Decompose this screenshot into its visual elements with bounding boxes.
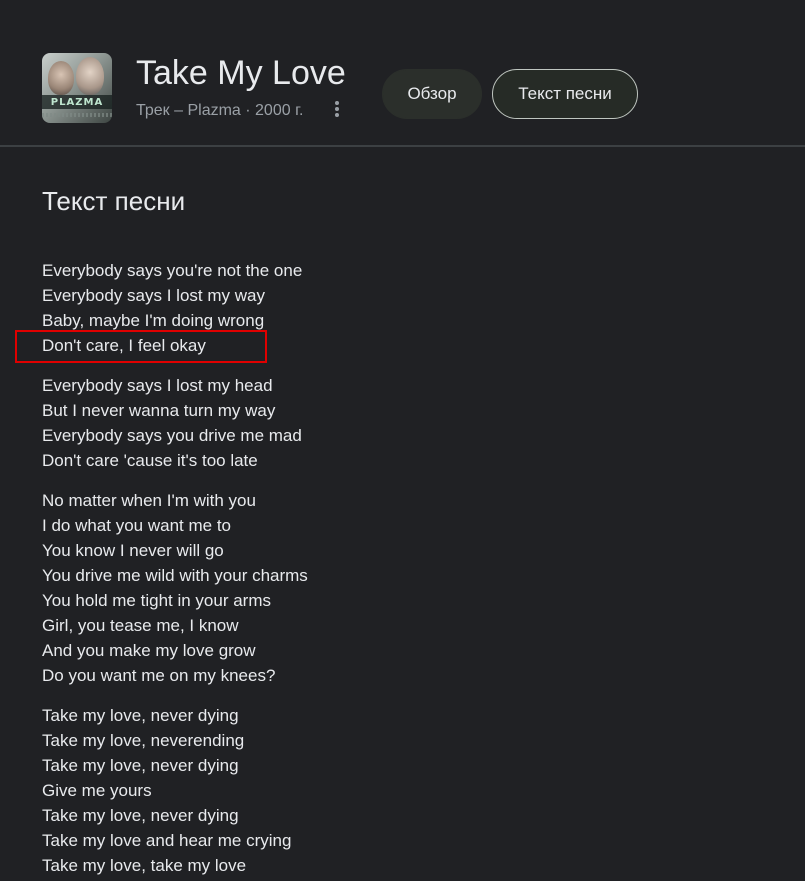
lyrics-line: Take my love, never dying	[42, 706, 239, 725]
lyrics-line: Take my love, take my love	[42, 856, 247, 875]
lyrics-line: Take my love, never dying	[42, 806, 239, 825]
track-meta: Трек – Plazma · 2000 г.	[136, 102, 304, 119]
lyrics-section-title: Текст песни	[42, 186, 186, 216]
lyrics-line: And you make my love grow	[42, 641, 256, 660]
lyrics-line: Take my love, never dying	[42, 756, 239, 775]
lyrics-line: Take my love and hear me crying	[42, 831, 292, 850]
lyrics-stanza: Take my love, never dying Take my love, …	[42, 703, 742, 878]
lyrics-line: Take my love, neverending	[42, 731, 245, 750]
tab-overview-label: Обзор	[407, 84, 457, 103]
lyrics-stanza: No matter when I'm with you I do what yo…	[42, 488, 742, 688]
lyrics-line: No matter when I'm with you	[42, 491, 256, 510]
lyrics-line: You know I never will go	[42, 541, 224, 560]
lyrics-line: Give me yours	[42, 781, 152, 800]
lyrics-line: Everybody says I lost my head	[42, 376, 273, 395]
album-cover-image[interactable]: PLAZMA	[42, 53, 112, 123]
more-vert-icon[interactable]	[328, 100, 346, 122]
tab-overview[interactable]: Обзор	[382, 69, 482, 119]
lyrics-body: Everybody says you're not the one Everyb…	[42, 258, 742, 881]
tab-lyrics-label: Текст песни	[518, 84, 612, 103]
lyrics-line: Everybody says you drive me mad	[42, 426, 302, 445]
tab-lyrics[interactable]: Текст песни	[492, 69, 638, 119]
lyrics-line: Everybody says you're not the one	[42, 261, 303, 280]
lyrics-line: Girl, you tease me, I know	[42, 616, 239, 635]
lyrics-line: Do you want me on my knees?	[42, 666, 276, 685]
lyrics-line: Baby, maybe I'm doing wrong	[42, 311, 265, 330]
header-divider	[0, 145, 805, 147]
lyrics-stanza: Everybody says I lost my head But I neve…	[42, 373, 742, 473]
lyrics-line: I do what you want me to	[42, 516, 231, 535]
lyrics-line: You hold me tight in your arms	[42, 591, 271, 610]
lyrics-page: PLAZMA Take My Love Трек – Plazma · 2000…	[0, 0, 805, 881]
lyrics-line: But I never wanna turn my way	[42, 401, 276, 420]
lyrics-stanza: Everybody says you're not the one Everyb…	[42, 258, 742, 358]
track-header: PLAZMA Take My Love Трек – Plazma · 2000…	[0, 0, 805, 146]
lyrics-line: You drive me wild with your charms	[42, 566, 308, 585]
lyrics-line: Don't care 'cause it's too late	[42, 451, 258, 470]
lyrics-line: Don't care, I feel okay	[42, 336, 206, 355]
track-title: Take My Love	[136, 54, 346, 92]
album-cover-logo: PLAZMA	[50, 97, 104, 108]
lyrics-line: Everybody says I lost my way	[42, 286, 265, 305]
